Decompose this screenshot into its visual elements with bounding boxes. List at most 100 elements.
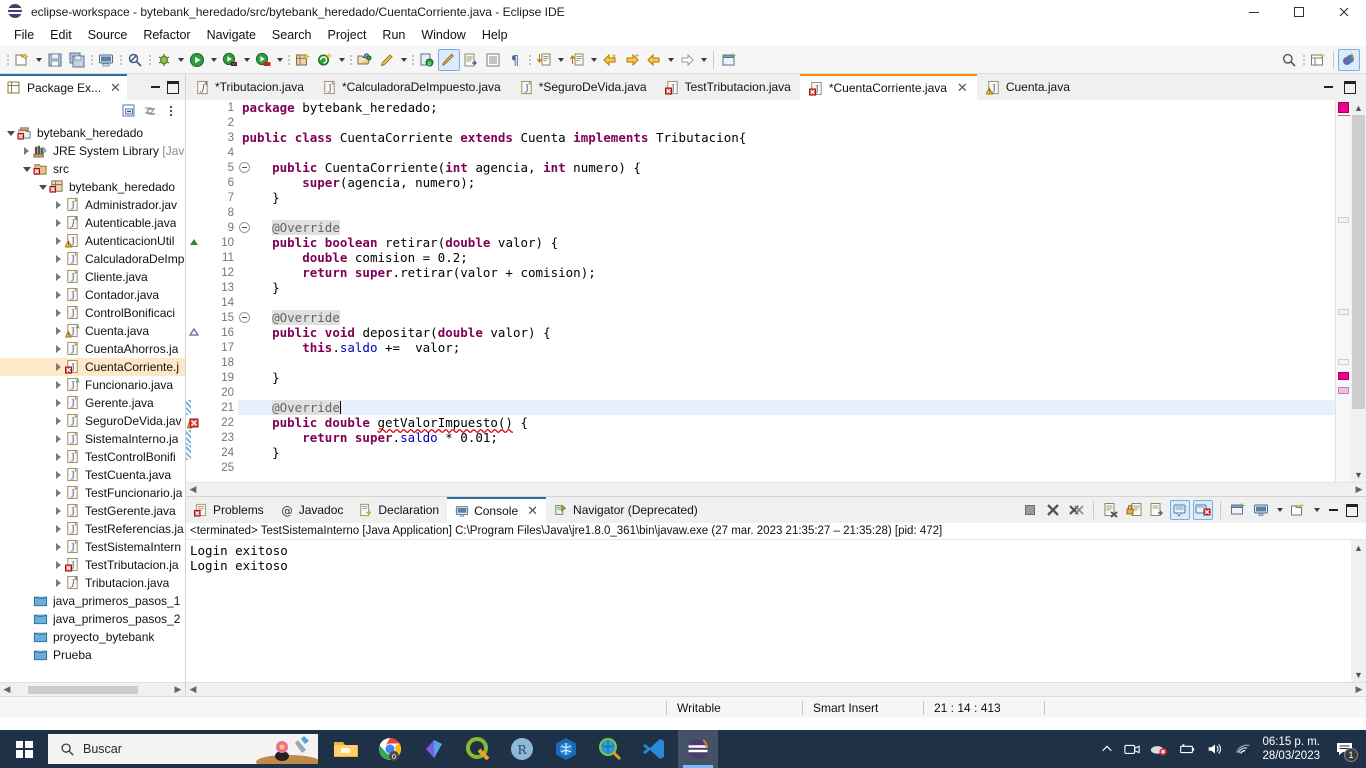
tree-item[interactable]: J I Autenticable.java	[0, 214, 185, 232]
bottom-tab[interactable]: Console ✕	[447, 497, 547, 523]
minimize-view-icon[interactable]	[147, 79, 163, 95]
maximize-view-icon[interactable]	[165, 79, 181, 95]
chevron-right-icon[interactable]	[52, 304, 65, 322]
tree-item[interactable]: J CuentaCorriente.j	[0, 358, 185, 376]
code-line[interactable]	[238, 460, 1335, 475]
back-icon[interactable]	[643, 49, 665, 71]
chevron-right-icon[interactable]	[52, 286, 65, 304]
chevron-right-icon[interactable]	[52, 196, 65, 214]
minimize-editor-icon[interactable]	[1320, 79, 1336, 95]
overview-marker-change-2[interactable]	[1338, 309, 1349, 315]
chevron-down-icon[interactable]	[36, 178, 49, 196]
menu-search[interactable]: Search	[264, 26, 320, 44]
override-indicator-icon[interactable]	[188, 237, 200, 249]
start-button[interactable]	[0, 730, 48, 768]
last-edit-location-icon[interactable]	[599, 49, 621, 71]
display-console-icon[interactable]	[1251, 500, 1271, 520]
editor-tab[interactable]: J *CuentaCorriente.java ✕	[799, 74, 977, 100]
chevron-down-icon[interactable]	[4, 124, 17, 142]
collapse-all-icon[interactable]	[121, 103, 137, 119]
new-console-view-icon[interactable]	[1288, 500, 1308, 520]
tree-item[interactable]: J Contador.java	[0, 286, 185, 304]
remove-launch-icon[interactable]	[1043, 500, 1063, 520]
error-marker-icon[interactable]	[187, 416, 200, 429]
overview-marker-change-3[interactable]	[1338, 359, 1349, 365]
overview-marker-error-1[interactable]	[1338, 372, 1349, 380]
toggle-mark-occurrences-icon[interactable]	[438, 48, 460, 71]
code-line[interactable]: public boolean retirar(double valor) {	[238, 235, 1335, 250]
console-vscroll-track[interactable]	[1351, 555, 1366, 667]
chevron-right-icon[interactable]	[52, 232, 65, 250]
run-dropdown-icon[interactable]	[208, 49, 219, 71]
remove-all-launches-icon[interactable]	[1066, 500, 1086, 520]
save-icon[interactable]	[44, 49, 66, 71]
java-perspective-icon[interactable]	[1338, 48, 1360, 71]
code-line[interactable]: }	[238, 280, 1335, 295]
code-line[interactable]: return super.retirar(valor + comision);	[238, 265, 1335, 280]
editor-annotation-ruler[interactable]	[186, 100, 202, 482]
scroll-lock-icon[interactable]	[1124, 500, 1144, 520]
battery-icon[interactable]	[1178, 741, 1196, 757]
console-scroll-right-icon[interactable]: ▶	[1352, 684, 1366, 695]
taskbar-rstudio-icon[interactable]: R	[502, 730, 542, 768]
chevron-right-icon[interactable]	[52, 394, 65, 412]
tree-item[interactable]: J A Funcionario.java	[0, 376, 185, 394]
volume-icon[interactable]	[1206, 741, 1224, 757]
taskbar-chrome-icon[interactable]: 0	[370, 730, 410, 768]
code-line[interactable]: public class CuentaCorriente extends Cue…	[238, 130, 1335, 145]
debug-icon[interactable]	[153, 49, 175, 71]
chevron-down-icon[interactable]	[20, 160, 33, 178]
console-scroll-left-icon[interactable]: ◀	[186, 684, 200, 695]
code-line[interactable]: @Override	[238, 310, 1335, 325]
tree-item[interactable]: J! AutenticacionUtil	[0, 232, 185, 250]
annotate-icon[interactable]	[376, 49, 398, 71]
code-line[interactable]: public double getValorImpuesto() {	[238, 415, 1335, 430]
code-line[interactable]	[238, 145, 1335, 160]
code-line[interactable]	[238, 115, 1335, 130]
open-perspective-icon[interactable]	[1307, 49, 1329, 71]
tree-item[interactable]: J A! Cuenta.java	[0, 322, 185, 340]
explorer-hscrollbar[interactable]: ◀ ▶	[0, 682, 185, 696]
editor-tab-close-icon[interactable]: ✕	[957, 80, 968, 96]
console-vscrollbar[interactable]: ▲ ▼	[1351, 540, 1366, 682]
taskbar-search-app-icon[interactable]	[590, 730, 630, 768]
code-line[interactable]: package bytebank_heredado;	[238, 100, 1335, 115]
open-task-icon[interactable]	[460, 49, 482, 71]
tree-item[interactable]: JRE System Library [Java	[0, 142, 185, 160]
wifi-icon[interactable]	[1234, 741, 1252, 757]
tree-item[interactable]: Prueba	[0, 646, 185, 664]
console-scroll-up-icon[interactable]: ▲	[1351, 540, 1366, 555]
code-line[interactable]	[238, 295, 1335, 310]
code-line[interactable]: @Override	[238, 400, 1335, 415]
next-annotation-dropdown-icon[interactable]	[555, 49, 566, 71]
open-console-icon[interactable]	[1228, 500, 1248, 520]
implement-indicator-icon[interactable]	[188, 327, 200, 339]
clear-console-icon[interactable]	[1101, 500, 1121, 520]
menu-run[interactable]: Run	[374, 26, 413, 44]
tree-item[interactable]: J TestTributacion.ja	[0, 556, 185, 574]
forward-dropdown-icon[interactable]	[698, 49, 709, 71]
coverage-dropdown-icon[interactable]	[274, 49, 285, 71]
tree-item[interactable]: J ControlBonificaci	[0, 304, 185, 322]
new-window-icon[interactable]	[718, 49, 740, 71]
code-line[interactable]: super(agencia, numero);	[238, 175, 1335, 190]
overview-marker-error-top[interactable]	[1338, 102, 1349, 113]
chevron-right-icon[interactable]	[52, 412, 65, 430]
annotate-dropdown-icon[interactable]	[398, 49, 409, 71]
open-type-icon[interactable]	[354, 49, 376, 71]
display-console-dropdown-icon[interactable]	[1274, 499, 1285, 521]
quick-access-search-icon[interactable]	[1278, 49, 1300, 71]
tree-item[interactable]: J TestSistemaIntern	[0, 538, 185, 556]
notification-center-button[interactable]: 1	[1330, 730, 1360, 768]
chevron-right-icon[interactable]	[20, 142, 33, 160]
bottom-tab[interactable]: Navigator (Deprecated)	[546, 497, 706, 523]
chevron-right-icon[interactable]	[52, 556, 65, 574]
editor-overview-ruler[interactable]	[1335, 100, 1351, 482]
editor-vscroll-track[interactable]	[1351, 115, 1366, 467]
run-coverage-icon[interactable]	[252, 49, 274, 71]
taskbar-eclipse-icon[interactable]	[678, 730, 718, 768]
maximize-button[interactable]	[1276, 0, 1321, 24]
console-output-text[interactable]: Login exitoso Login exitoso	[186, 540, 1351, 682]
bottom-tab[interactable]: Declaration	[351, 497, 447, 523]
editor-vscrollbar[interactable]: ▲ ▼	[1351, 100, 1366, 482]
